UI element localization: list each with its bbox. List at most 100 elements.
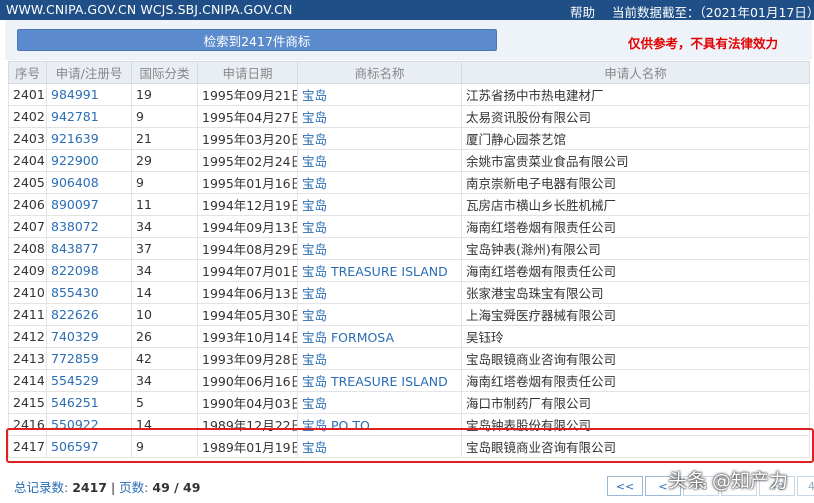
application-date: 1994年12月19日 [197, 193, 298, 216]
row-index: 2409 [8, 259, 47, 282]
intl-class: 10 [131, 303, 198, 326]
row-index: 2403 [8, 127, 47, 150]
application-date: 1989年12月22日 [197, 413, 298, 436]
last-page-button[interactable]: 49 [797, 476, 814, 496]
trademark-name[interactable]: 宝岛 [297, 435, 462, 458]
trademark-name[interactable]: 宝岛 [297, 193, 462, 216]
application-date: 1995年01月16日 [197, 171, 298, 194]
trademark-name[interactable]: 宝岛 [297, 171, 462, 194]
site-urls: WWW.CNIPA.GOV.CN WCJS.SBJ.CNIPA.GOV.CN [6, 2, 293, 17]
trademark-name[interactable]: 宝岛 [297, 303, 462, 326]
applicant-name: 上海宝舜医疗器械有限公司 [461, 303, 810, 326]
application-number[interactable]: 906408 [46, 171, 132, 194]
table-row[interactable]: 2405 906408 9 1995年01月16日 宝岛 南京崇新电子电器有限公司 [8, 171, 810, 194]
trademark-name[interactable]: 宝岛 [297, 215, 462, 238]
application-number[interactable]: 942781 [46, 105, 132, 128]
help-link[interactable]: 帮助 [570, 2, 595, 21]
top-bar: WWW.CNIPA.GOV.CN WCJS.SBJ.CNIPA.GOV.CN 帮… [0, 0, 814, 20]
trademark-name[interactable]: 宝岛 TREASURE ISLAND [297, 259, 462, 282]
application-date: 1993年10月14日 [197, 325, 298, 348]
intl-class: 14 [131, 281, 198, 304]
application-number[interactable]: 922900 [46, 149, 132, 172]
column-header: 申请人名称 [461, 61, 810, 84]
applicant-name: 南京崇新电子电器有限公司 [461, 171, 810, 194]
row-index: 2414 [8, 369, 47, 392]
table-header-row: 序号 申请/注册号 国际分类 申请日期 商标名称 申请人名称 [8, 61, 810, 84]
application-number[interactable]: 546251 [46, 391, 132, 414]
table-row[interactable]: 2408 843877 37 1994年08月29日 宝岛 宝岛钟表(滁州)有限公司 [8, 237, 810, 260]
trademark-name[interactable]: 宝岛 [297, 83, 462, 106]
application-number[interactable]: 855430 [46, 281, 132, 304]
table-row[interactable]: 2407 838072 34 1994年09月13日 宝岛 海南红塔卷烟有限责任公司 [8, 215, 810, 238]
application-number[interactable]: 822626 [46, 303, 132, 326]
pages-value: 49 / 49 [152, 480, 201, 495]
table-row[interactable]: 2411 822626 10 1994年05月30日 宝岛 上海宝舜医疗器械有限公司 [8, 303, 810, 326]
application-number[interactable]: 984991 [46, 83, 132, 106]
trademark-name[interactable]: 宝岛 [297, 127, 462, 150]
application-number[interactable]: 838072 [46, 215, 132, 238]
trademark-name[interactable]: 宝岛 [297, 105, 462, 128]
total-records-value: 2417 [72, 480, 107, 495]
legal-disclaimer: 仅供参考，不具有法律效力 [628, 36, 779, 51]
data-update-date: 当前数据截至：（2021年01月17日） [612, 5, 814, 20]
table-row[interactable]: 2401 984991 19 1995年09月21日 宝岛 江苏省扬中市热电建材厂 [8, 83, 810, 106]
trademark-name[interactable]: 宝岛 PO TO [297, 413, 462, 436]
application-number[interactable]: 921639 [46, 127, 132, 150]
intl-class: 11 [131, 193, 198, 216]
application-number[interactable]: 822098 [46, 259, 132, 282]
table-row[interactable]: 2403 921639 21 1995年03月20日 宝岛 厦门静心园茶艺馆 [8, 127, 810, 150]
applicant-name: 张家港宝岛珠宝有限公司 [461, 281, 810, 304]
application-number[interactable]: 550922 [46, 413, 132, 436]
table-row[interactable]: 2409 822098 34 1994年07月01日 宝岛 TREASURE ISLAN… [8, 259, 810, 282]
column-header: 申请/注册号 [46, 61, 132, 84]
column-header: 申请日期 [197, 61, 298, 84]
table-body: 2401 984991 19 1995年09月21日 宝岛 江苏省扬中市热电建材厂 2402… [8, 83, 810, 458]
applicant-name: 余姚市富贵菜业食品有限公司 [461, 149, 810, 172]
row-index: 2411 [8, 303, 47, 326]
table-row[interactable]: 2410 855430 14 1994年06月13日 宝岛 张家港宝岛珠宝有限公司 [8, 281, 810, 304]
table-row[interactable]: 2413 772859 42 1993年09月28日 宝岛 宝岛眼镜商业咨询有限公司 [8, 347, 810, 370]
application-number[interactable]: 890097 [46, 193, 132, 216]
table-row[interactable]: 2406 890097 11 1994年12月19日 宝岛 瓦房店市横山乡长胜机械厂 [8, 193, 810, 216]
trademark-name[interactable]: 宝岛 TREASURE ISLAND [297, 369, 462, 392]
application-number[interactable]: 843877 [46, 237, 132, 260]
table-row[interactable]: 2417 506597 9 1989年01月19日 宝岛 宝岛眼镜商业咨询有限公司 [8, 435, 810, 458]
table-row[interactable]: 2416 550922 14 1989年12月22日 宝岛 PO TO 宝岛钟表股份有限公… [8, 413, 810, 436]
table-row[interactable]: 2402 942781 9 1995年04月27日 宝岛 太易资讯股份有限公司 [8, 105, 810, 128]
row-index: 2405 [8, 171, 47, 194]
applicant-name: 海南红塔卷烟有限责任公司 [461, 369, 810, 392]
application-date: 1993年09月28日 [197, 347, 298, 370]
applicant-name: 宝岛钟表股份有限公司 [461, 413, 810, 436]
table-row[interactable]: 2415 546251 5 1990年04月03日 宝岛 海口市制药厂有限公司 [8, 391, 810, 414]
trademark-name[interactable]: 宝岛 [297, 281, 462, 304]
trademark-name[interactable]: 宝岛 [297, 149, 462, 172]
application-number[interactable]: 554529 [46, 369, 132, 392]
intl-class: 9 [131, 105, 198, 128]
trademark-name[interactable]: 宝岛 [297, 391, 462, 414]
separator: | [110, 480, 120, 495]
trademark-name[interactable]: 宝岛 FORMOSA [297, 325, 462, 348]
application-number[interactable]: 506597 [46, 435, 132, 458]
row-index: 2401 [8, 83, 47, 106]
applicant-name: 江苏省扬中市热电建材厂 [461, 83, 810, 106]
row-index: 2408 [8, 237, 47, 260]
application-number[interactable]: 772859 [46, 347, 132, 370]
application-date: 1994年09月13日 [197, 215, 298, 238]
first-page-button[interactable]: << [607, 476, 643, 496]
application-date: 1990年04月03日 [197, 391, 298, 414]
application-date: 1994年07月01日 [197, 259, 298, 282]
trademark-name[interactable]: 宝岛 [297, 347, 462, 370]
result-count-bar: 检索到2417件商标 [17, 29, 497, 51]
table-row[interactable]: 2404 922900 29 1995年02月24日 宝岛 余姚市富贵菜业食品有限公司 [8, 149, 810, 172]
applicant-name: 宝岛钟表(滁州)有限公司 [461, 237, 810, 260]
row-index: 2406 [8, 193, 47, 216]
table-row[interactable]: 2412 740329 26 1993年10月14日 宝岛 FORMOSA 吴钰玲 [8, 325, 810, 348]
total-records-label: 总记录数: [14, 480, 69, 495]
intl-class: 34 [131, 259, 198, 282]
column-header: 商标名称 [297, 61, 462, 84]
table-row[interactable]: 2414 554529 34 1990年06月16日 宝岛 TREASURE ISLAN… [8, 369, 810, 392]
row-index: 2417 [8, 435, 47, 458]
applicant-name: 宝岛眼镜商业咨询有限公司 [461, 347, 810, 370]
trademark-name[interactable]: 宝岛 [297, 237, 462, 260]
application-number[interactable]: 740329 [46, 325, 132, 348]
